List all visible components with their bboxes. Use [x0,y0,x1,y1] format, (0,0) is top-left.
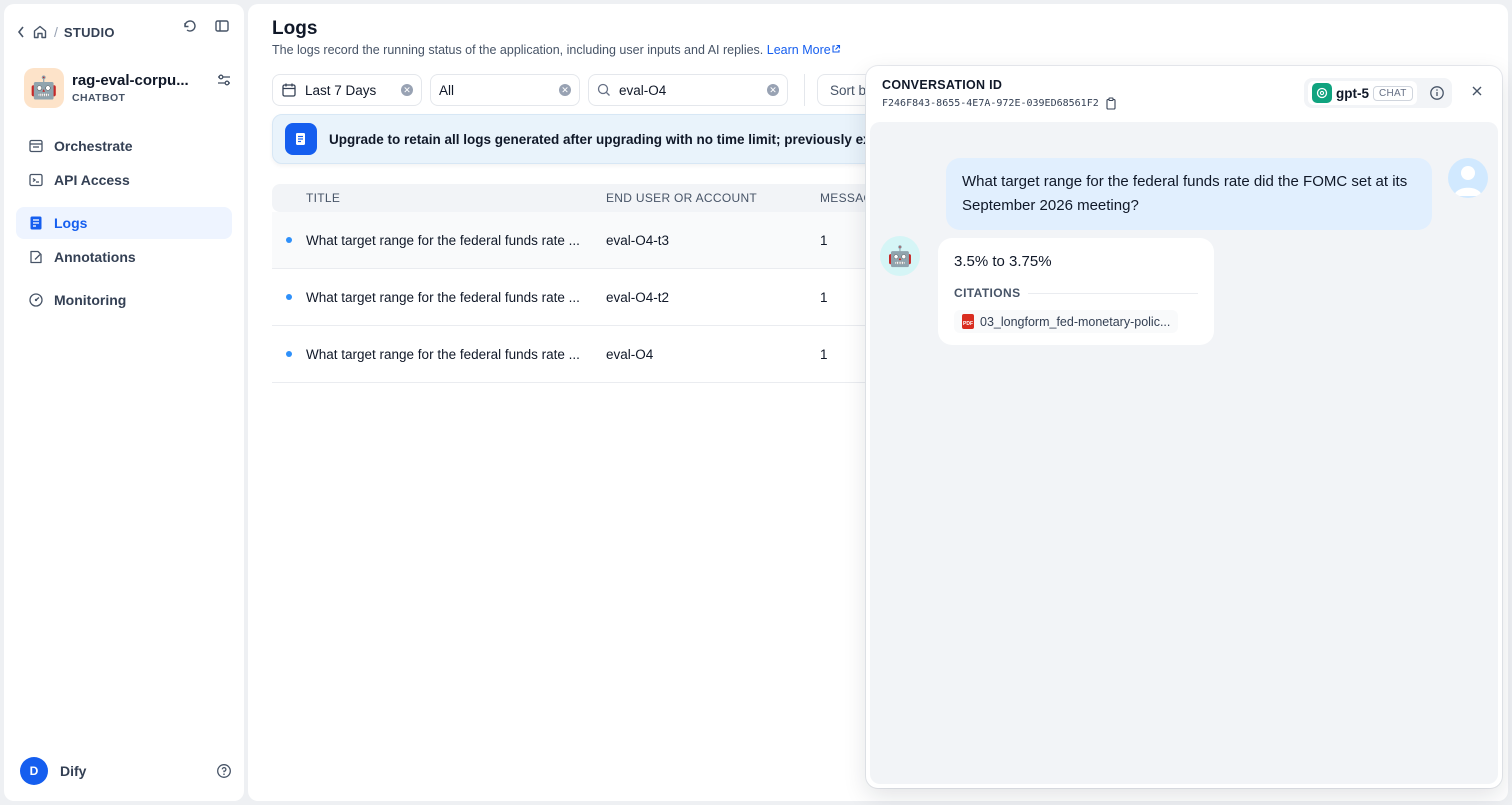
row-title: What target range for the federal funds … [306,289,580,305]
breadcrumb-separator: / [54,24,58,40]
unread-dot [286,294,292,300]
search-icon [597,83,610,96]
sidebar-item-label: API Access [54,172,130,188]
clear-status-icon[interactable]: ✕ [559,84,571,96]
sidebar-item-logs[interactable]: Logs [16,207,232,239]
app-avatar: 🤖 [24,68,64,108]
chevron-left-icon[interactable] [16,25,26,39]
logs-icon [30,216,42,230]
row-title: What target range for the federal funds … [306,232,580,248]
settings-sliders-icon[interactable] [216,72,232,88]
column-header-title: TITLE [306,191,341,205]
calendar-icon [282,83,296,97]
sidebar-item-label: Orchestrate [54,138,133,154]
close-icon[interactable] [1470,84,1484,98]
period-select[interactable]: Last 7 Days ✕ [272,74,422,106]
unread-dot [286,351,292,357]
user-name[interactable]: Dify [60,763,204,779]
conversation-id-label: CONVERSATION ID [882,78,1003,92]
bot-avatar: 🤖 [880,236,920,276]
citation-filename: 03_longform_fed-monetary-polic... [980,314,1171,329]
breadcrumb-studio[interactable]: STUDIO [64,25,115,40]
sidebar-item-orchestrate[interactable]: Orchestrate [16,130,232,162]
search-value: eval-O4 [619,82,667,98]
clear-search-icon[interactable]: ✕ [767,84,779,96]
row-title: What target range for the federal funds … [306,346,580,362]
conversation-id: F246F843-8655-4E7A-972E-039ED68561F2 [882,97,1117,110]
pdf-file-icon: PDF [962,314,974,329]
banner-text: Upgrade to retain all logs generated aft… [329,131,888,147]
unread-dot [286,237,292,243]
external-link-icon [832,44,840,53]
model-chip[interactable]: gpt-5 CHAT [1308,81,1417,105]
citations-header: CITATIONS [954,286,1198,300]
orchestrate-icon [29,139,43,153]
conversation-drawer: CONVERSATION ID F246F843-8655-4E7A-972E-… [866,66,1502,788]
sidebar-item-label: Logs [54,215,88,231]
help-icon[interactable] [216,763,232,779]
page-title: Logs [272,18,318,39]
page-description: The logs record the running status of th… [272,43,841,57]
bot-message: 3.5% to 3.75% CITATIONS PDF 03_longform_… [938,238,1214,345]
sidebar: / STUDIO 🤖 rag-eval-corpu... CHATBOT Orc… [4,4,244,801]
filter-bar: Last 7 Days ✕ All ✕ eval-O4 ✕ Sort by: [272,74,937,106]
home-icon[interactable] [32,24,48,40]
row-user: eval-O4-t2 [606,289,670,305]
answer-text: 3.5% to 3.75% [954,253,1052,270]
sidebar-item-annotations[interactable]: Annotations [16,241,232,273]
avatar[interactable]: D [20,757,48,785]
model-mode-badge: CHAT [1373,85,1413,101]
chat-area: What target range for the federal funds … [870,122,1498,784]
column-header-user: END USER OR ACCOUNT [606,191,758,205]
model-name: gpt-5 [1336,85,1369,101]
app-type: CHATBOT [72,92,126,104]
openai-icon [1312,83,1332,103]
account-area: D Dify [20,757,232,785]
conversation-id-value: F246F843-8655-4E7A-972E-039ED68561F2 [882,98,1099,109]
terminal-icon [29,173,43,187]
clear-period-icon[interactable]: ✕ [401,84,413,96]
monitoring-icon [29,293,43,307]
citation-item[interactable]: PDF 03_longform_fed-monetary-polic... [954,310,1179,333]
search-input[interactable]: eval-O4 ✕ [588,74,788,106]
sidebar-item-api-access[interactable]: API Access [16,164,232,196]
learn-more-label: Learn More [766,43,831,57]
citations-label: CITATIONS [954,286,1021,300]
user-message: What target range for the federal funds … [946,158,1432,230]
info-icon[interactable] [1429,85,1445,101]
document-icon [285,123,317,155]
sidebar-item-monitoring[interactable]: Monitoring [16,284,232,316]
app-name: rag-eval-corpu... [72,72,189,89]
description-text: The logs record the running status of th… [272,43,764,57]
sidebar-item-label: Monitoring [54,292,127,308]
app-card[interactable]: 🤖 rag-eval-corpu... CHATBOT [24,68,234,108]
user-avatar [1448,158,1488,198]
model-info: gpt-5 CHAT [1304,78,1452,108]
sidebar-toggle-icon[interactable] [214,18,230,34]
annotations-icon [30,250,42,264]
learn-more-link[interactable]: Learn More [767,43,841,57]
status-select[interactable]: All ✕ [430,74,580,106]
breadcrumb: / STUDIO [16,20,115,44]
row-user: eval-O4 [606,346,654,362]
status-value: All [439,82,455,98]
copy-icon[interactable] [1105,97,1117,110]
sidebar-nav: Orchestrate API Access Logs Annotations … [16,130,232,318]
period-value: Last 7 Days [305,82,377,98]
row-user: eval-O4-t3 [606,232,670,248]
refresh-icon[interactable] [182,18,198,34]
sidebar-item-label: Annotations [54,249,136,265]
